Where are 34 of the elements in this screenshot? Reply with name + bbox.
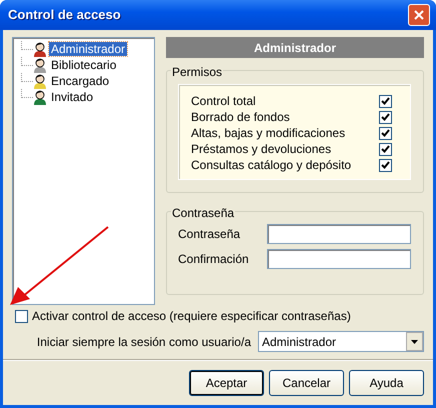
password-field[interactable] — [267, 224, 411, 244]
tree-line — [21, 57, 33, 66]
checkbox[interactable] — [15, 310, 28, 322]
permission-label: Préstamos y devoluciones — [191, 141, 332, 158]
permission-label: Control total — [191, 93, 256, 110]
dialog-button[interactable]: Aceptar — [189, 370, 264, 396]
dialog-button[interactable]: Cancelar — [269, 370, 344, 396]
close-button[interactable] — [408, 4, 430, 26]
checkbox[interactable] — [379, 126, 392, 140]
tree-item[interactable]: Administrador — [49, 42, 128, 56]
user-dropdown[interactable]: Administrador — [258, 331, 424, 352]
tree-line — [21, 73, 33, 82]
tree-item[interactable]: Invitado — [49, 90, 96, 104]
password-field[interactable] — [267, 249, 411, 269]
permission-label: Consultas catálogo y depósito — [191, 157, 352, 174]
dialog-button[interactable]: Ayuda — [349, 370, 424, 396]
field-label: Confirmación — [178, 251, 249, 268]
field-label: Contraseña — [178, 226, 240, 243]
checkbox[interactable] — [379, 158, 392, 172]
checkbox[interactable] — [379, 142, 392, 156]
close-icon — [413, 9, 425, 21]
permission-label: Borrado de fondos — [191, 109, 290, 126]
tree-line — [21, 41, 33, 50]
window-title: Control de acceso — [8, 6, 121, 24]
caret-icon — [411, 340, 418, 344]
checkbox-label: Activar control de acceso (requiere especificar contraseñas) — [32, 308, 351, 325]
start-user-label: Iniciar siempre la sesión como usuario/a — [36, 334, 251, 350]
tree-line — [21, 89, 33, 98]
panel-header: Administrador — [166, 37, 424, 58]
tree-item[interactable]: Encargado — [49, 74, 112, 88]
checkbox[interactable] — [379, 110, 392, 124]
checkbox[interactable] — [379, 94, 392, 108]
permission-label: Altas, bajas y modificaciones — [191, 125, 346, 142]
tree-item[interactable]: Bibliotecario — [49, 58, 118, 72]
